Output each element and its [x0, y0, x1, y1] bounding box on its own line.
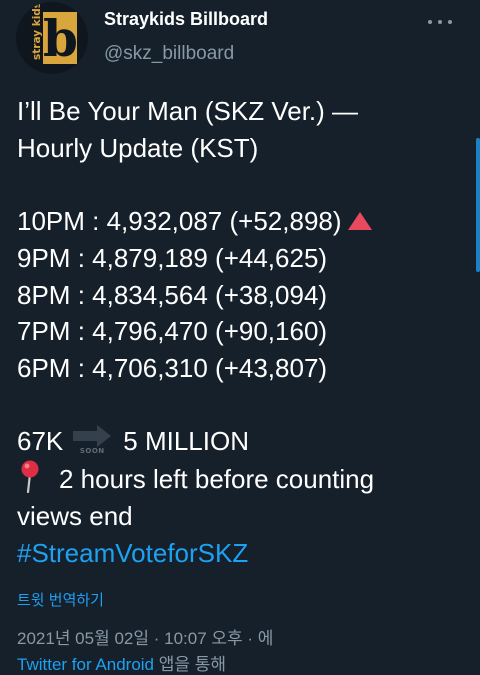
soon-label: SOON [79, 447, 105, 455]
avatar-logo-letter: b [43, 9, 78, 68]
more-dot-icon [438, 20, 442, 24]
display-name[interactable]: Straykids Billboard [104, 9, 268, 30]
avatar[interactable]: stray kids b [16, 2, 88, 74]
hourly-change: (+43,807) [215, 353, 328, 383]
hourly-time: 8PM [17, 280, 71, 310]
hourly-views: 4,879,189 [92, 243, 208, 273]
hourly-change: (+52,898) [229, 206, 342, 236]
hourly-change: (+44,625) [215, 243, 328, 273]
round-pushpin-icon [17, 459, 43, 494]
hourly-views: 4,796,470 [92, 316, 208, 346]
scrollbar[interactable] [476, 138, 480, 272]
hourly-views: 4,932,087 [106, 206, 223, 236]
hourly-row: 7PM : 4,796,470 (+90,160) [17, 316, 328, 346]
more-dot-icon [428, 20, 432, 24]
trend-up-icon [347, 212, 372, 230]
hourly-views: 4,834,564 [92, 280, 208, 310]
hashtag-line: #StreamVoteforSKZ [17, 535, 248, 571]
tweet-title-line: Hourly Update (KST) [17, 133, 259, 163]
user-handle[interactable]: @skz_billboard [104, 43, 234, 65]
countdown-line: views end [17, 501, 133, 531]
tweet-timestamp[interactable]: 2021년 05월 02일 · 10:07 오후 · 에 [17, 624, 273, 649]
hourly-views: 4,706,310 [92, 353, 208, 383]
goal-from: 67K [17, 426, 64, 456]
hourly-row: 10PM : 4,932,087 (+52,898) [17, 203, 372, 239]
countdown-line: 2 hours left before counting [17, 459, 375, 497]
soon-arrow-icon: SOON [71, 423, 113, 459]
tweet-title-line: I’ll Be Your Man (SKZ Ver.) — [17, 96, 359, 126]
hourly-time: 7PM [17, 316, 71, 346]
hourly-row: 9PM : 4,879,189 (+44,625) [17, 243, 328, 273]
goal-to: 5 MILLION [123, 426, 249, 456]
source-link[interactable]: Twitter for Android [17, 655, 154, 674]
countdown-text: 2 hours left before counting [59, 464, 375, 494]
hourly-change: (+90,160) [215, 316, 328, 346]
more-options-button[interactable] [428, 10, 452, 34]
hourly-time: 6PM [17, 353, 71, 383]
tweet-source: Twitter for Android 앱을 통해 [17, 650, 226, 675]
hourly-change: (+38,094) [215, 280, 328, 310]
tweet: stray kids b Straykids Billboard @skz_bi… [0, 0, 480, 675]
hourly-row: 8PM : 4,834,564 (+38,094) [17, 280, 328, 310]
more-dot-icon [448, 20, 452, 24]
hashtag-link[interactable]: #StreamVoteforSKZ [17, 538, 248, 568]
hourly-row: 6PM : 4,706,310 (+43,807) [17, 353, 328, 383]
translate-tweet-link[interactable]: 트윗 번역하기 [17, 589, 104, 610]
hourly-time: 9PM [17, 243, 71, 273]
hourly-time: 10PM [17, 206, 85, 236]
goal-line: 67K SOON 5 MILLION [17, 423, 249, 459]
source-suffix: 앱을 통해 [154, 655, 227, 674]
